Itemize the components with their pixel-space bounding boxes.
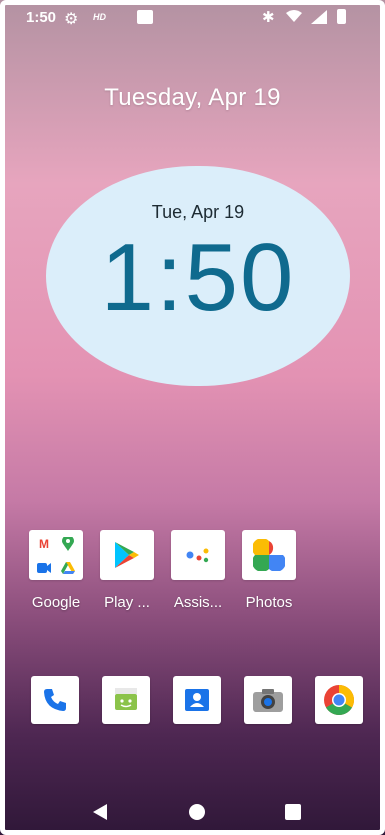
hd-voice-icon: HD <box>93 12 106 22</box>
app-label: Photos <box>245 594 293 611</box>
maps-icon <box>58 533 78 554</box>
clock-date: Tue, Apr 19 <box>151 202 245 222</box>
app-label: Assis... <box>173 594 223 611</box>
google-folder-icon: M <box>29 530 83 580</box>
gmail-icon: M <box>39 536 49 551</box>
phone-icon <box>44 689 66 711</box>
status-time: 1:50 <box>26 9 57 26</box>
drive-icon <box>58 558 78 577</box>
app-assistant[interactable]: Assis... <box>163 530 233 611</box>
messages-icon <box>115 688 137 710</box>
play-store-icon <box>100 530 154 580</box>
app-google-folder[interactable]: M Google <box>21 530 91 611</box>
home-button[interactable] <box>189 804 205 820</box>
camera-icon <box>253 689 283 712</box>
app-row: M Google Play ... Assis... Photos <box>0 530 385 620</box>
wifi-icon <box>286 10 302 22</box>
meet-icon <box>34 558 54 577</box>
navigation-bar <box>0 790 385 830</box>
contacts-icon <box>185 689 209 711</box>
app-play-store[interactable]: Play ... <box>92 530 162 611</box>
notification-icon <box>137 10 153 24</box>
status-bar: 1:50 ⚙ HD ✱ <box>0 0 385 36</box>
assistant-icon <box>171 530 225 580</box>
chrome-icon <box>324 685 355 716</box>
recents-button[interactable] <box>285 804 301 820</box>
home-screen: 1:50 ⚙ HD ✱ Tuesday, Apr 19 Tue, Apr 19 … <box>0 0 385 835</box>
app-label: Google <box>31 594 81 611</box>
dock-phone[interactable] <box>31 676 79 724</box>
app-label: Play ... <box>104 594 150 611</box>
dock-chrome[interactable] <box>315 676 363 724</box>
header-date[interactable]: Tuesday, Apr 19 <box>0 84 385 112</box>
bluetooth-icon: ✱ <box>262 9 275 26</box>
dock-camera[interactable] <box>244 676 292 724</box>
clock-widget[interactable]: Tue, Apr 19 1:50 <box>46 166 350 386</box>
back-button[interactable] <box>93 804 107 820</box>
app-photos[interactable]: Photos <box>234 530 304 611</box>
battery-icon <box>337 9 346 24</box>
clock-time: 1:50 <box>100 224 296 331</box>
settings-gear-icon: ⚙ <box>64 11 79 28</box>
dock-messages[interactable] <box>102 676 150 724</box>
dock-contacts[interactable] <box>173 676 221 724</box>
cell-signal-icon <box>311 10 327 24</box>
photos-icon <box>242 530 296 580</box>
dock <box>0 676 385 726</box>
